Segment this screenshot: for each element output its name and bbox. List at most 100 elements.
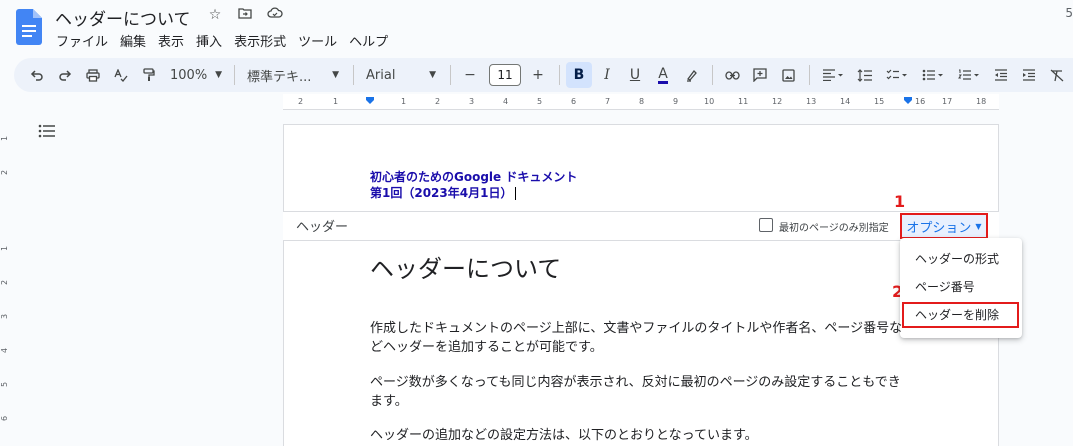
menu-format[interactable]: 表示形式 [234, 31, 286, 50]
insert-image-icon[interactable] [775, 62, 801, 88]
add-comment-icon[interactable] [747, 62, 773, 88]
vruler-tick: 1 [0, 245, 10, 252]
chevron-down-icon: ▼ [215, 70, 223, 80]
ruler-tick: 13 [806, 97, 817, 106]
ruler-tick: 10 [704, 97, 715, 106]
menu-help[interactable]: ヘルプ [349, 31, 388, 50]
divider [234, 65, 235, 85]
ruler-tick: 6 [571, 97, 577, 106]
paragraph-line[interactable]: ヘッダーの追加などの設定方法は、以下のとおりとなっています。 [370, 426, 758, 445]
ruler-tick: 1 [333, 97, 339, 106]
checklist-icon[interactable] [880, 62, 914, 88]
decrease-indent-icon[interactable] [988, 62, 1014, 88]
document-heading[interactable]: ヘッダーについて [370, 249, 561, 284]
text-color-icon[interactable]: A [650, 62, 676, 88]
align-icon[interactable] [816, 62, 850, 88]
ruler-tick: 17 [942, 97, 953, 106]
ruler-tick: 11 [738, 97, 749, 106]
right-indent-marker-icon[interactable] [904, 97, 912, 105]
text-cursor [515, 187, 517, 200]
italic-icon[interactable]: I [594, 62, 620, 88]
title-bar: ヘッダーについて ☆ ファイル 編集 表示 挿入 表示形式 ツール ヘルプ 5 [0, 0, 1073, 56]
horizontal-ruler[interactable]: 2 1 1 2 3 4 5 6 7 8 9 10 11 12 13 14 15 … [283, 94, 999, 110]
font-size-input[interactable]: 11 [489, 64, 521, 86]
ruler-tick: 14 [840, 97, 851, 106]
edge-number: 5 [1065, 6, 1073, 20]
header-line-1: 初心者のためのGoogle ドキュメント [370, 170, 578, 184]
ruler-tick: 15 [874, 97, 885, 106]
chevron-down-icon: ▼ [975, 221, 982, 231]
print-icon[interactable] [80, 62, 106, 88]
vruler-tick: 2 [0, 279, 10, 286]
vruler-tick: 3 [0, 313, 10, 320]
style-dropdown[interactable]: 標準テキ... ▼ [241, 62, 345, 88]
options-dropdown-menu: ヘッダーの形式 ページ番号 ヘッダーを削除 [900, 238, 1022, 338]
left-indent-marker-icon[interactable] [366, 97, 374, 105]
paragraph-line[interactable]: どヘッダーを追加することが可能です。 [370, 338, 603, 357]
ruler-tick: 3 [469, 97, 475, 106]
title-icons: ☆ [205, 7, 285, 23]
header-options-bar [283, 211, 999, 241]
font-dropdown[interactable]: Arial ▼ [360, 62, 442, 88]
ruler-tick: 18 [976, 97, 987, 106]
ruler-tick: 2 [298, 97, 304, 106]
header-options-button[interactable]: オプション ▼ [900, 213, 988, 239]
zoom-dropdown[interactable]: 100% ▼ [164, 62, 226, 88]
ruler-tick: 9 [673, 97, 679, 106]
paragraph-line[interactable]: 作成したドキュメントのページ上部に、文書やファイルのタイトルや作者名、ページ番号… [370, 319, 902, 338]
clear-formatting-icon[interactable] [1044, 62, 1070, 88]
underline-icon[interactable]: U [622, 62, 648, 88]
redo-icon[interactable] [52, 62, 78, 88]
header-content[interactable]: 初心者のためのGoogle ドキュメント 第1回（2023年4月1日） [370, 169, 577, 201]
vruler-tick: 2 [0, 169, 10, 176]
vruler-tick: 5 [0, 381, 10, 388]
menu-view[interactable]: 表示 [158, 31, 184, 50]
first-page-different-label[interactable]: 最初のページのみ別指定 [779, 219, 889, 234]
numbered-list-icon[interactable] [952, 62, 986, 88]
menu-file[interactable]: ファイル [56, 31, 108, 50]
menu-edit[interactable]: 編集 [120, 31, 146, 50]
insert-link-icon[interactable] [719, 62, 745, 88]
paragraph-line[interactable]: ページ数が多くなっても同じ内容が表示され、反対に最初のページのみ設定することもで… [370, 373, 901, 392]
cloud-status-icon[interactable] [265, 7, 285, 23]
menu-item-remove-header[interactable]: ヘッダーを削除 [902, 302, 1019, 328]
ruler-tick: 7 [605, 97, 611, 106]
ruler-tick: 5 [537, 97, 543, 106]
vertical-ruler[interactable]: 1 2 1 2 3 4 5 6 [0, 112, 14, 446]
menu-insert[interactable]: 挿入 [196, 31, 222, 50]
ruler-tick: 4 [503, 97, 509, 106]
bold-icon[interactable]: B [566, 62, 592, 88]
chevron-down-icon: ▼ [429, 70, 436, 80]
divider [809, 65, 810, 85]
divider [353, 65, 354, 85]
ruler-tick: 8 [639, 97, 645, 106]
chevron-down-icon: ▼ [332, 70, 339, 80]
ruler-tick: 1 [401, 97, 407, 106]
vruler-tick: 4 [0, 347, 10, 354]
header-line-2: 第1回（2023年4月1日） [370, 185, 577, 201]
menu-tools[interactable]: ツール [298, 31, 337, 50]
decrease-font-size-button[interactable]: − [457, 62, 483, 88]
ruler-tick: 2 [435, 97, 441, 106]
line-spacing-icon[interactable] [852, 62, 878, 88]
document-outline-icon[interactable] [38, 124, 56, 138]
first-page-different-checkbox[interactable] [759, 218, 773, 232]
google-docs-logo-icon[interactable] [16, 9, 42, 45]
menu-item-page-number[interactable]: ページ番号 [915, 278, 975, 295]
paint-format-icon[interactable] [136, 62, 162, 88]
document-title[interactable]: ヘッダーについて [55, 5, 191, 30]
spellcheck-icon[interactable] [108, 62, 134, 88]
menu-item-header-format[interactable]: ヘッダーの形式 [915, 250, 999, 267]
undo-icon[interactable] [24, 62, 50, 88]
star-icon[interactable]: ☆ [205, 7, 225, 23]
highlight-icon[interactable] [678, 62, 704, 88]
increase-font-size-button[interactable]: + [525, 62, 551, 88]
paragraph-line[interactable]: ます。 [370, 392, 408, 411]
bulleted-list-icon[interactable] [916, 62, 950, 88]
increase-indent-icon[interactable] [1016, 62, 1042, 88]
annotation-step-1: 1 [894, 192, 906, 211]
ruler-tick: 16 [915, 97, 926, 106]
move-folder-icon[interactable] [235, 7, 255, 23]
divider [450, 65, 451, 85]
vruler-tick: 6 [0, 415, 10, 422]
